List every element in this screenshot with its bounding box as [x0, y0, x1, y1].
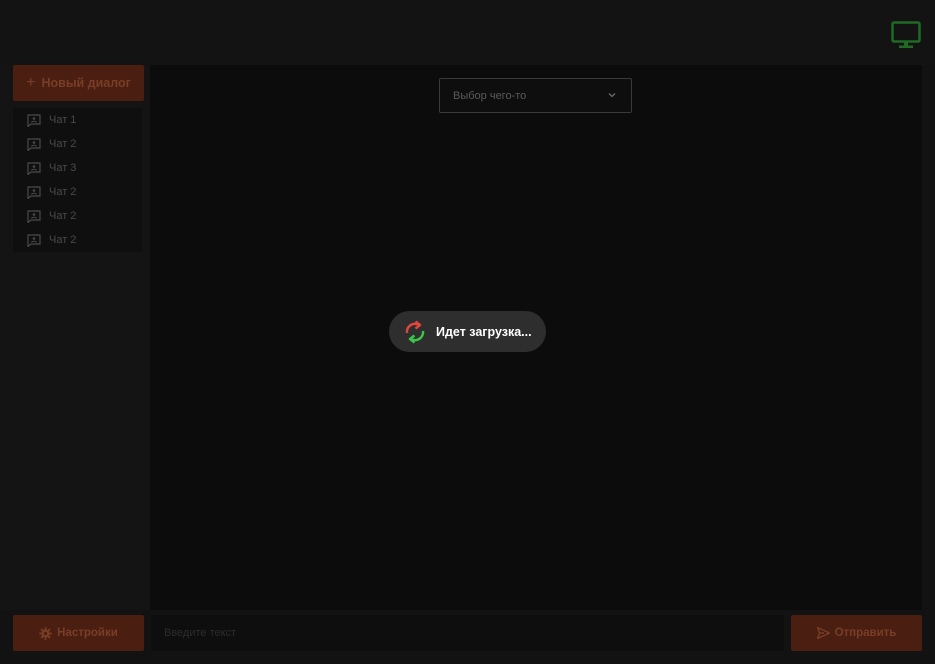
- new-dialog-label: Новый диалог: [41, 76, 131, 90]
- plus-icon: +: [26, 74, 36, 91]
- chat-icon: [27, 161, 41, 175]
- chat-icon: [27, 209, 41, 223]
- send-icon: [816, 627, 830, 639]
- settings-label: Настройки: [57, 627, 118, 639]
- loading-indicator: Идет загрузка...: [389, 311, 546, 352]
- selection-dropdown-value: Выбор чего-то: [453, 89, 527, 102]
- chat-list-item[interactable]: Чат 2: [13, 180, 142, 204]
- chat-list-item[interactable]: Чат 2: [13, 228, 142, 252]
- chat-list-item[interactable]: Чат 1: [13, 108, 142, 132]
- chat-label: Чат 2: [49, 210, 77, 222]
- chat-label: Чат 2: [49, 138, 77, 150]
- chevron-down-icon: [608, 93, 616, 98]
- chat-label: Чат 2: [49, 186, 77, 198]
- chat-icon: [27, 137, 41, 151]
- monitor-icon[interactable]: [891, 21, 921, 49]
- bottom-bar: Настройки Отправить: [0, 610, 935, 664]
- chat-list: Чат 1 Чат 2 Чат 3 Чат 2 Чат 2 Чат 2: [13, 108, 142, 252]
- chat-icon: [27, 185, 41, 199]
- chat-icon: [27, 233, 41, 247]
- chat-list-item[interactable]: Чат 2: [13, 132, 142, 156]
- sidebar: + Новый диалог Чат 1 Чат 2 Чат 3 Чат 2 Ч…: [0, 65, 150, 610]
- chat-list-item[interactable]: Чат 2: [13, 204, 142, 228]
- refresh-spinner-icon: [405, 320, 425, 343]
- send-button[interactable]: Отправить: [791, 615, 922, 651]
- message-input[interactable]: [151, 615, 784, 651]
- selection-dropdown[interactable]: Выбор чего-то: [439, 78, 632, 113]
- top-bar: [0, 0, 935, 65]
- chat-label: Чат 1: [49, 114, 77, 126]
- new-dialog-button[interactable]: + Новый диалог: [13, 65, 144, 101]
- gear-icon: [39, 626, 52, 640]
- send-label: Отправить: [834, 627, 897, 639]
- chat-list-item[interactable]: Чат 3: [13, 156, 142, 180]
- chat-label: Чат 3: [49, 162, 77, 174]
- loading-text: Идет загрузка...: [436, 324, 532, 339]
- settings-button[interactable]: Настройки: [13, 615, 144, 651]
- chat-label: Чат 2: [49, 234, 77, 246]
- app-window: + Новый диалог Чат 1 Чат 2 Чат 3 Чат 2 Ч…: [0, 0, 935, 664]
- chat-icon: [27, 113, 41, 127]
